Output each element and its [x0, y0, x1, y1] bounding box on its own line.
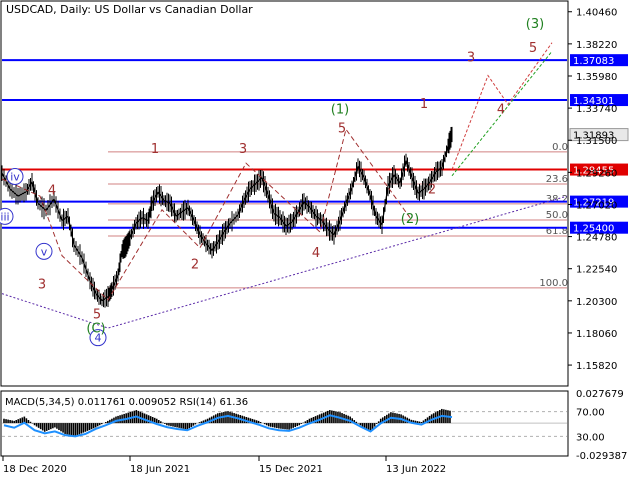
price-level-label-0: 1.37083 — [573, 56, 614, 67]
y-tick-label-7: 1.24780 — [576, 233, 617, 244]
chart-canvas: 0.023.638.250.061.8100.0 1.370831.343011… — [0, 0, 629, 475]
y-tick-label-8: 1.22540 — [576, 265, 617, 276]
y-tick-label-0: 1.40460 — [576, 8, 617, 19]
wave-label-1: iii — [0, 210, 9, 223]
x-tick-label-3: 13 Jun 2022 — [386, 464, 446, 475]
wave-label-13: (1) — [331, 103, 349, 118]
y-tick-label-1: 1.38220 — [576, 40, 617, 51]
wave-label-20: (3) — [526, 17, 544, 32]
wave-label-8: 1 — [151, 142, 159, 157]
fib-label-0: 0.0 — [552, 142, 568, 153]
wave-label-0: iv — [10, 171, 20, 184]
x-tick-label-0: 18 Dec 2020 — [3, 464, 67, 475]
wave-label-4: 4 — [48, 184, 56, 199]
x-tick-label-2: 15 Dec 2021 — [259, 464, 323, 475]
wave-label-2: v — [41, 245, 48, 258]
wave-label-11: 4 — [312, 246, 320, 261]
indicator-title: MACD(5,34,5) 0.011761 0.009052 RSI(14) 6… — [5, 397, 248, 408]
y-tick-label-9: 1.20300 — [576, 297, 617, 308]
time-axis: 18 Dec 2020 18 Jun 2021 15 Dec 2021 13 Jun … — [2, 456, 446, 475]
indicator-tick-label-1: 70.00 — [576, 408, 605, 419]
y-tick-label-2: 1.35980 — [576, 72, 617, 83]
wave-label-18: 4 — [497, 103, 505, 118]
chart-window: 0.0 23.6 38.2 50.0 61.8 100.0 1.37083 1.34301 1… — [0, 0, 640, 480]
y-tick-label-6: 1.27020 — [576, 200, 617, 211]
wave-label-6: 5 — [93, 307, 101, 322]
fib-label-5: 100.0 — [539, 278, 568, 289]
indicator-tick-label-2: 30.00 — [576, 432, 605, 443]
indicator-tick-label-0: 0.027679 — [576, 389, 624, 400]
wave-label-10: 3 — [239, 142, 247, 157]
fib-label-1: 23.6 — [546, 174, 568, 185]
y-tick-label-5: 1.29260 — [576, 168, 617, 179]
wave-label-9: 2 — [191, 258, 199, 273]
wave-label-7: (C) — [86, 321, 105, 336]
wave-label-12: 5 — [338, 121, 346, 136]
wave-label-15: 1 — [420, 97, 428, 112]
x-tick-label-1: 18 Jun 2021 — [130, 464, 190, 475]
chart-title: USDCAD, Daily: US Dollar vs Canadian Dol… — [6, 3, 253, 16]
fib-label-3: 50.0 — [546, 210, 568, 221]
wave-label-17: 3 — [467, 50, 475, 65]
wave-label-16: 2 — [428, 183, 436, 198]
y-tick-label-4: 1.31500 — [576, 136, 617, 147]
y-tick-label-3: 1.33740 — [576, 104, 617, 115]
wave-label-19: 5 — [529, 41, 537, 56]
y-tick-label-10: 1.18060 — [576, 329, 617, 340]
fib-label-2: 38.2 — [546, 194, 568, 205]
indicator-tick-label-3: -0.029387 — [576, 451, 627, 462]
wave-label-5: 3 — [38, 278, 46, 293]
y-tick-label-11: 1.15820 — [576, 361, 617, 372]
wave-label-14: (2) — [401, 212, 419, 227]
